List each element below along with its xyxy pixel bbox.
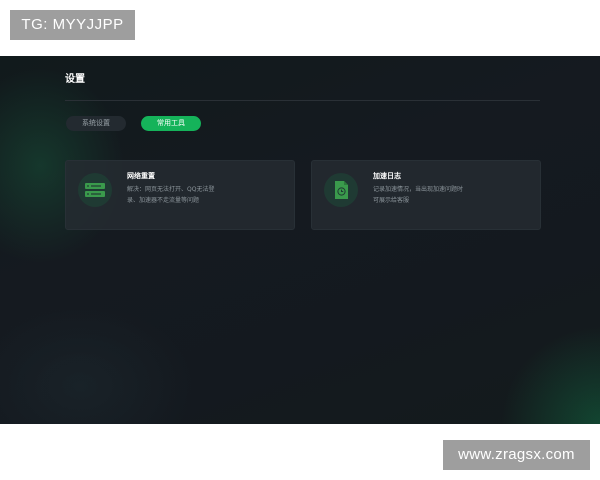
page-title: 设置 — [65, 74, 85, 85]
network-reset-description: 解决：网页无法打开、QQ无法登 录、加速器不走流量等问题 — [127, 184, 237, 206]
site-watermark: www.zragsx.com — [443, 440, 590, 470]
acceleration-log-description: 记录加速情况，当出现加速问题时 可展示给客服 — [373, 184, 483, 206]
network-reset-desc-line-1: 解决：网页无法打开、QQ无法登 — [127, 186, 215, 193]
log-file-icon — [324, 173, 358, 207]
network-reset-desc-line-2: 录、加速器不走流量等问题 — [127, 197, 200, 204]
settings-window: 设置 系统设置 常用工具 网络重置 解决：网页无法打开、QQ无法登 录、加速器不… — [0, 56, 600, 424]
tab-common-tools[interactable]: 常用工具 — [141, 116, 201, 131]
server-reset-icon — [78, 173, 112, 207]
tg-watermark: TG: MYYJJPP — [10, 10, 135, 40]
acceleration-log-card[interactable]: 加速日志 记录加速情况，当出现加速问题时 可展示给客服 — [311, 160, 541, 230]
title-divider — [65, 100, 540, 101]
acceleration-log-desc-line-1: 记录加速情况，当出现加速问题时 — [373, 186, 464, 193]
acceleration-log-desc-line-2: 可展示给客服 — [373, 197, 410, 204]
network-reset-card[interactable]: 网络重置 解决：网页无法打开、QQ无法登 录、加速器不走流量等问题 — [65, 160, 295, 230]
screenshot-frame: TG: MYYJJPP 设置 系统设置 常用工具 网络重置 解决：网页无法打开、… — [0, 0, 600, 480]
tab-system-settings[interactable]: 系统设置 — [66, 116, 126, 131]
network-reset-title: 网络重置 — [127, 172, 155, 180]
acceleration-log-title: 加速日志 — [373, 172, 401, 180]
